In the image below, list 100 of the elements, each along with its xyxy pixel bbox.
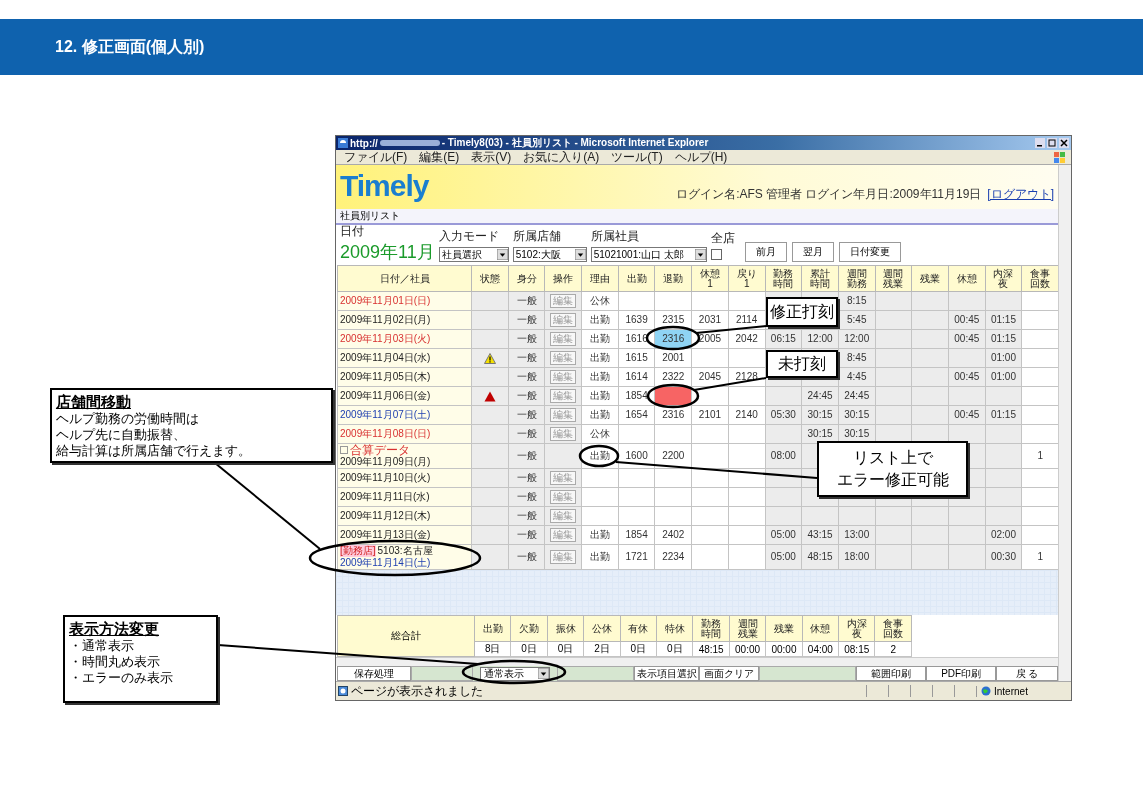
nav-button[interactable]: 日付変更	[838, 242, 901, 262]
table-cell: 2402	[662, 529, 685, 540]
column-header: 有休	[620, 615, 657, 642]
menu-item[interactable]: お気に入り(A)	[523, 148, 600, 166]
status-text: ページが表示されました	[351, 682, 483, 700]
globe-icon	[981, 686, 991, 696]
column-header: 内深夜	[838, 615, 875, 642]
row-date[interactable]: 2009年11月13日(金)	[340, 529, 431, 540]
caret-icon	[694, 249, 706, 260]
table-cell: 24:45	[807, 390, 833, 401]
checkbox[interactable]	[710, 249, 722, 260]
dropdown[interactable]: 51021001:山口 太郎	[590, 247, 707, 262]
table-cell: 2042	[735, 333, 758, 344]
maximize-icon[interactable]	[1047, 138, 1057, 148]
close-icon[interactable]	[1059, 138, 1069, 148]
column-header: 出勤	[474, 615, 511, 642]
menu-item[interactable]: 編集(E)	[419, 148, 460, 166]
action-button[interactable]: 保存処理	[337, 666, 411, 681]
table-cell: 出勤	[589, 450, 610, 461]
row-date[interactable]: 2009年11月03日(火)	[340, 333, 431, 344]
flag-icon	[1054, 151, 1065, 163]
nav-button[interactable]: 前月	[744, 242, 787, 262]
table-cell: 出勤	[589, 529, 610, 540]
menu-item[interactable]: ファイル(F)	[344, 148, 408, 166]
highlight-ellipse	[646, 383, 700, 409]
callout-title: 表示方法変更	[69, 619, 159, 638]
action-button[interactable]: 画面クリア	[699, 666, 760, 681]
table-cell: 00:45	[954, 409, 980, 420]
table-cell: 18:00	[844, 551, 870, 562]
table-cell: 01:00	[990, 352, 1016, 363]
action-button[interactable]: PDF印刷	[926, 666, 997, 681]
row-date[interactable]: 2009年11月07日(土)	[340, 409, 431, 420]
table-cell: 一般	[516, 409, 537, 420]
row-date[interactable]: 2009年11月10日(火)	[340, 472, 431, 483]
table-cell: 2001	[662, 352, 685, 363]
table-cell: 2140	[735, 409, 758, 420]
table-cell: 8:45	[847, 352, 867, 363]
logout-link[interactable]: [ログアウト]	[987, 186, 1054, 203]
callout-text: リスト上で	[852, 448, 933, 468]
row-date[interactable]: 2009年11月08日(日)	[340, 428, 431, 439]
table-cell: 4:45	[847, 371, 867, 382]
column-header: 状態	[471, 265, 509, 292]
table-cell: 2315	[662, 314, 685, 325]
row-date[interactable]: 2009年11月09日(月)	[340, 456, 431, 467]
vertical-scrollbar[interactable]	[1058, 165, 1071, 681]
table-cell: 一般	[516, 352, 537, 363]
caret-icon	[496, 249, 508, 260]
table-cell: 01:00	[990, 371, 1016, 382]
column-header: 公休	[583, 615, 621, 642]
callout-text: 給与計算は所属店舗で行えます。	[56, 443, 251, 459]
column-header: 出勤	[618, 265, 655, 292]
table-cell: 00:30	[990, 551, 1016, 562]
column-header: 理由	[581, 265, 619, 292]
table-cell: 公休	[589, 428, 610, 439]
table-cell: 一般	[516, 529, 537, 540]
page-title: 社員別リスト	[340, 209, 400, 223]
checkbox[interactable]	[340, 446, 348, 454]
redacted-address	[379, 139, 440, 147]
action-button[interactable]: 戻 る	[996, 666, 1058, 681]
table-cell: 00:45	[954, 314, 980, 325]
table-cell: 2101	[698, 409, 722, 420]
table-cell: 30:15	[844, 409, 870, 420]
row-date[interactable]: 2009年11月04日(水)	[340, 352, 431, 363]
highlight-ellipse	[645, 325, 701, 351]
table-cell: 08:00	[770, 450, 796, 461]
row-date[interactable]: 2009年11月05日(木)	[340, 371, 431, 382]
column-header: 戻り1	[728, 265, 765, 292]
row-date[interactable]: 2009年11月02日(月)	[340, 314, 431, 325]
row-date[interactable]: 2009年11月11日(水)	[340, 491, 430, 502]
dropdown[interactable]: 5102:大阪	[512, 247, 587, 262]
table-cell: 一般	[516, 551, 537, 562]
field-label: 日付	[340, 223, 364, 240]
field-label: 所属店舗	[512, 228, 561, 245]
table-cell: 1616	[625, 333, 648, 344]
horizontal-scrollbar[interactable]	[336, 657, 1058, 666]
row-date[interactable]: 2009年11月12日(木)	[340, 510, 431, 521]
menu-item[interactable]: ツール(T)	[611, 148, 663, 166]
display-mode-select[interactable]: 通常表示	[479, 666, 550, 681]
minimize-icon[interactable]	[1035, 138, 1045, 148]
row-date[interactable]: 2009年11月06日(金)	[340, 390, 431, 401]
action-button[interactable]: 範囲印刷	[856, 666, 927, 681]
row-date[interactable]: 2009年11月01日(日)	[340, 295, 431, 306]
column-header: 週間残業	[729, 615, 766, 642]
row-date[interactable]: 2009年11月14日(土)	[340, 557, 431, 568]
field-label: 所属社員	[590, 228, 639, 245]
column-header: 特休	[656, 615, 693, 642]
callout-text: 未打刻	[778, 354, 826, 374]
action-button[interactable]: 表示項目選択	[633, 666, 700, 681]
table-cell: 01:15	[990, 409, 1016, 420]
menu-item[interactable]: 表示(V)	[471, 148, 512, 166]
table-cell: 出勤	[589, 551, 610, 562]
table-cell: 一般	[516, 510, 537, 521]
column-header: 休憩	[802, 615, 839, 642]
dropdown[interactable]: 社員選択	[438, 247, 509, 262]
column-header: 食事回数	[874, 615, 912, 642]
nav-button[interactable]: 翌月	[791, 242, 834, 262]
slide-title: 12. 修正画面(個人別)	[55, 36, 205, 57]
month-display: 2009年11月	[340, 242, 435, 262]
menu-item[interactable]: ヘルプ(H)	[674, 148, 728, 166]
login-info: ログイン名:AFS 管理者 ログイン年月日:2009年11月19日	[676, 186, 982, 203]
